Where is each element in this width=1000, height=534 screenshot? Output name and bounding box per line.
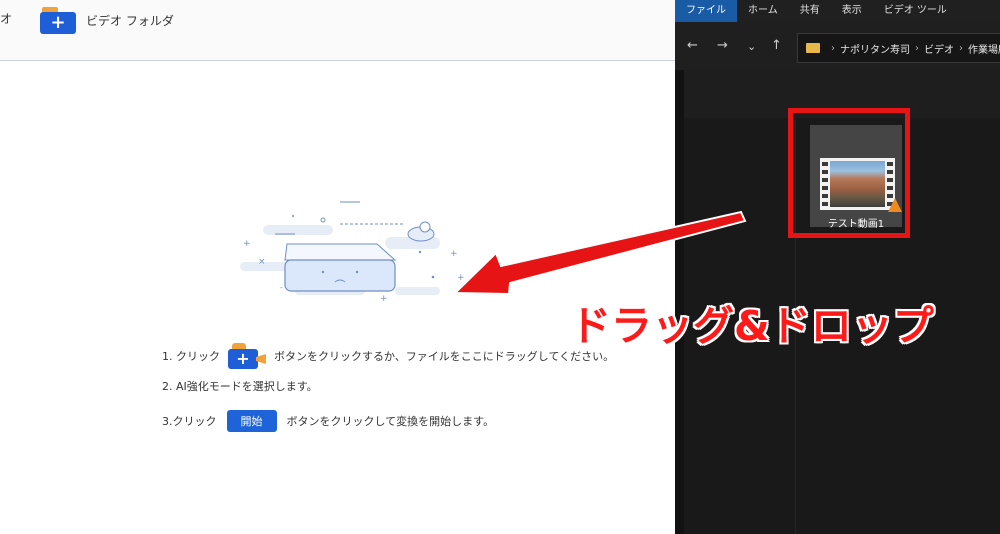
up-arrow-icon[interactable]: ↑ xyxy=(771,38,782,53)
drag-and-drop-caption: ドラッグ&ドロップ xyxy=(570,302,934,350)
start-button[interactable]: 開始 xyxy=(226,410,277,432)
folder-plus-icon: + xyxy=(40,7,76,34)
step1-suffix: ボタンをクリックするか、ファイルをここにドラッグしてください。 xyxy=(274,350,615,363)
video-add-icon[interactable]: + xyxy=(228,343,266,369)
svg-text:+: + xyxy=(380,294,388,304)
svg-text:+: + xyxy=(457,273,465,283)
video-folder-button[interactable]: + ビデオ フォルダ xyxy=(40,4,174,36)
step2-text: 2. AI強化モードを選択します。 xyxy=(162,380,318,393)
ribbon-tab-view[interactable]: 表示 xyxy=(831,0,873,22)
forward-arrow-icon[interactable]: → xyxy=(717,38,728,53)
app-toolbar: オ + ビデオ フォルダ xyxy=(0,0,675,61)
file-highlight-box xyxy=(788,108,910,238)
empty-drop-illustration: + × + + + - xyxy=(240,201,465,304)
svg-text:+: + xyxy=(243,239,251,249)
instruction-step-1: 1. クリック + ボタンをクリックするか、ファイルをここにドラッグしてください… xyxy=(162,343,614,369)
step3-prefix: 3.クリック xyxy=(162,415,217,428)
svg-text:×: × xyxy=(258,257,266,267)
folder-icon xyxy=(806,43,820,53)
svg-text:-: - xyxy=(280,283,283,292)
video-enhancer-app: オ + ビデオ フォルダ + × + + + - 1. クリック + ボタンをク… xyxy=(0,0,675,534)
breadcrumb-segment-2[interactable]: ビデオ xyxy=(924,41,954,56)
instruction-step-3: 3.クリック 開始 ボタンをクリックして変換を開始します。 xyxy=(162,410,494,432)
address-bar[interactable]: › ナポリタン寿司 › ビデオ › 作業場所 xyxy=(797,33,1000,63)
breadcrumb-segment-1[interactable]: ナポリタン寿司 xyxy=(840,41,910,56)
file-explorer-window: ファイル ホーム 共有 表示 ビデオ ツール ← → ⌄ ↑ テスト動画1 xyxy=(675,0,1000,534)
ribbon-tab-home[interactable]: ホーム xyxy=(737,0,789,22)
explorer-ribbon: ファイル ホーム 共有 表示 ビデオ ツール xyxy=(675,0,1000,22)
ribbon-tab-file[interactable]: ファイル xyxy=(675,0,737,22)
svg-text:+: + xyxy=(450,249,458,259)
ribbon-tab-video-tools[interactable]: ビデオ ツール xyxy=(873,0,958,22)
breadcrumb-segment-3[interactable]: 作業場所 xyxy=(968,41,1000,56)
toolbar-partial-label: オ xyxy=(0,12,13,26)
dropdown-chevron-icon[interactable]: ⌄ xyxy=(747,40,756,53)
ribbon-tab-share[interactable]: 共有 xyxy=(789,0,831,22)
back-arrow-icon[interactable]: ← xyxy=(687,38,698,53)
step1-prefix: 1. クリック xyxy=(162,350,220,363)
step3-suffix: ボタンをクリックして変換を開始します。 xyxy=(286,415,495,428)
instruction-step-2: 2. AI強化モードを選択します。 xyxy=(162,378,318,394)
video-folder-label: ビデオ フォルダ xyxy=(86,13,174,28)
